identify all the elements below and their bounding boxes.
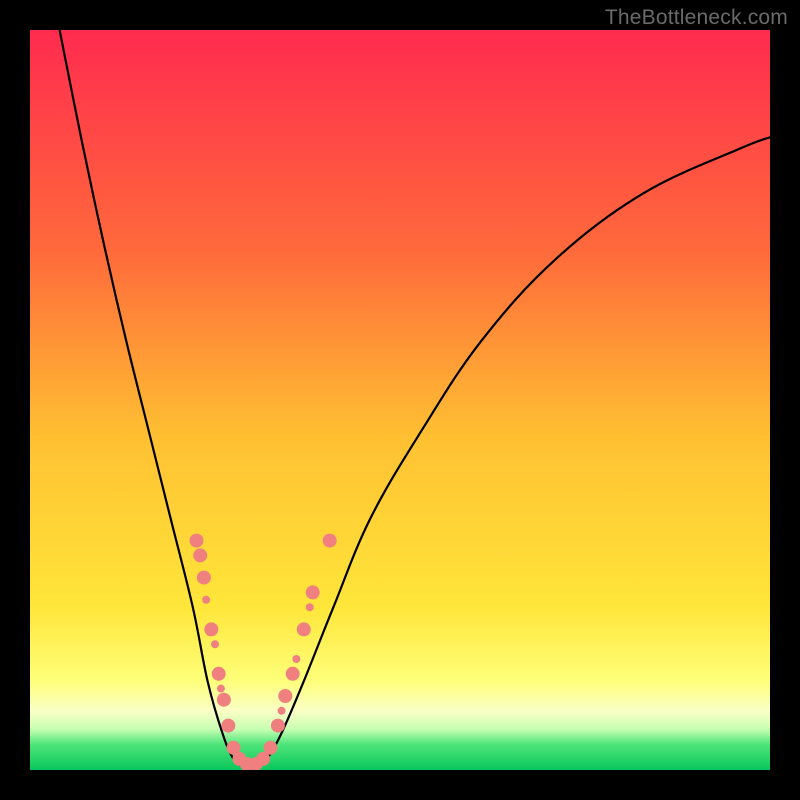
highlight-dot [292, 655, 300, 663]
highlight-dot [278, 689, 292, 703]
chart-frame: TheBottleneck.com [0, 0, 800, 800]
highlight-dot [271, 719, 285, 733]
highlight-dot [297, 622, 311, 636]
highlight-dot [193, 548, 207, 562]
highlight-dot [190, 534, 204, 548]
highlight-dot [202, 596, 210, 604]
bottleneck-curve [60, 30, 770, 767]
highlight-dot [221, 719, 235, 733]
highlight-dot [323, 534, 337, 548]
highlight-dot [204, 622, 218, 636]
watermark-text: TheBottleneck.com [605, 6, 788, 30]
highlight-dot [286, 667, 300, 681]
highlight-dot [278, 707, 286, 715]
highlight-dot [217, 685, 225, 693]
highlight-dot [211, 640, 219, 648]
highlight-dot [212, 667, 226, 681]
curve-layer [30, 30, 770, 770]
highlight-dot [264, 741, 278, 755]
highlight-dot [306, 603, 314, 611]
highlight-dot [197, 571, 211, 585]
highlight-dot [306, 585, 320, 599]
highlight-dot [217, 693, 231, 707]
plot-area [30, 30, 770, 770]
